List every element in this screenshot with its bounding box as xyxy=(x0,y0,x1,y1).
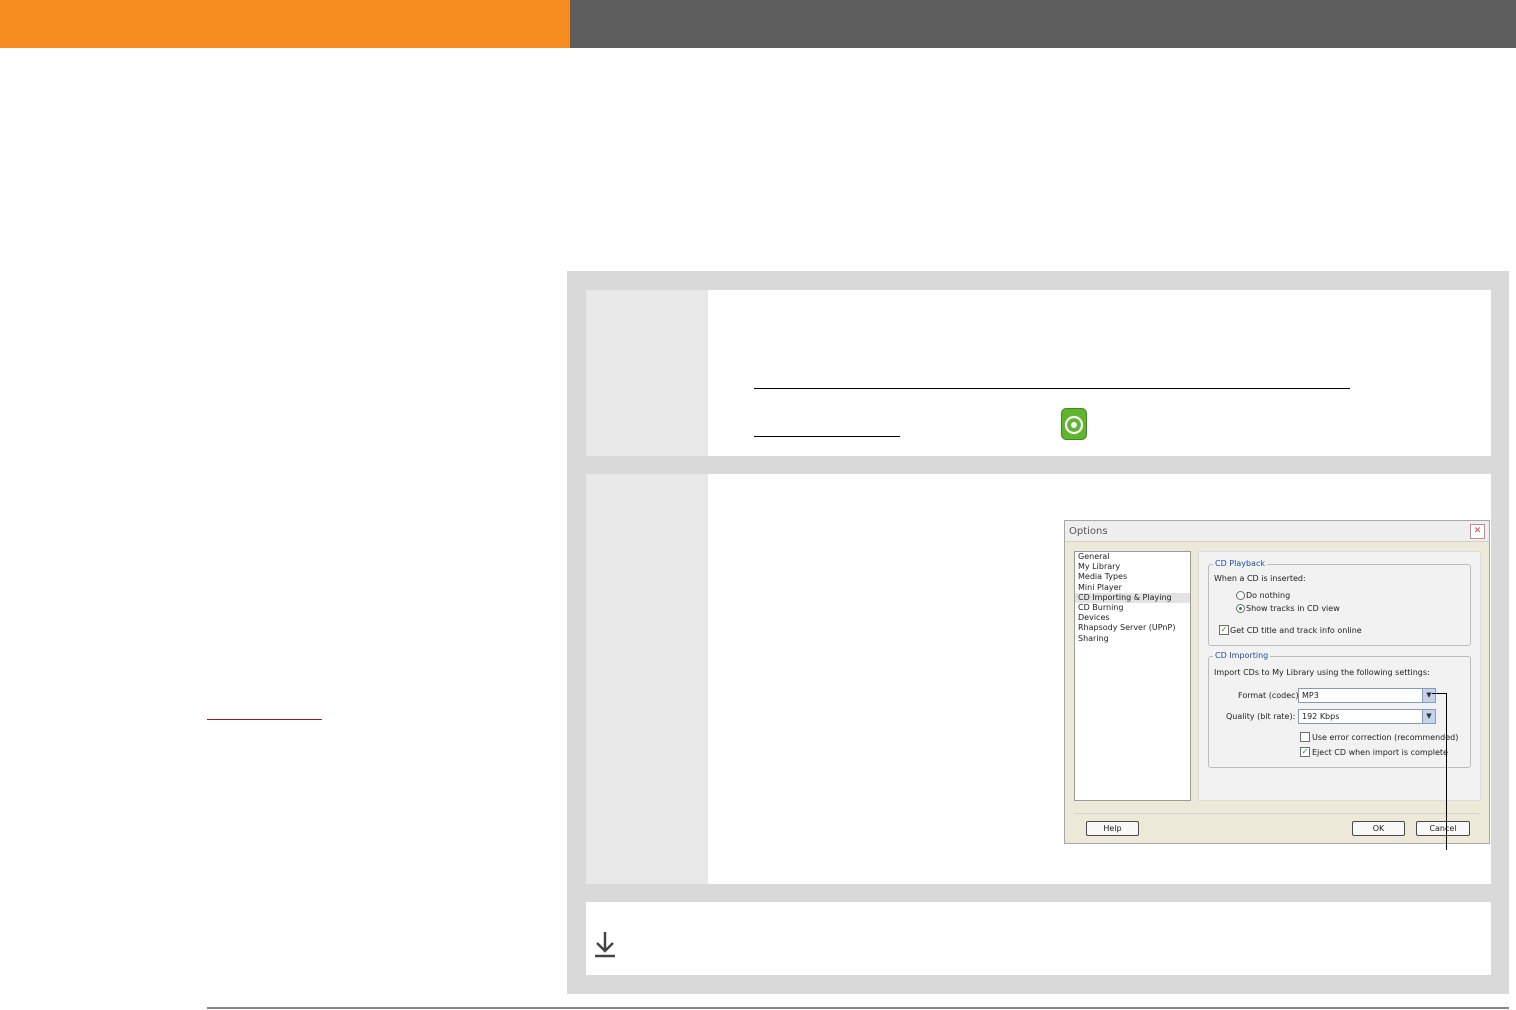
options-dialog: Options ✕ General My Library Media Types… xyxy=(1064,520,1490,844)
tip-box xyxy=(586,902,1491,975)
eject-checkbox[interactable]: ✓ xyxy=(1300,747,1310,757)
cd-playback-group: CD Playback When a CD is inserted: Do no… xyxy=(1208,559,1471,646)
cd-importing-group-label: CD Importing xyxy=(1213,651,1271,660)
format-select[interactable]: MP3 ▼ xyxy=(1298,688,1436,703)
step-1-link-underline[interactable] xyxy=(754,388,1350,389)
sidebar-link-underline[interactable] xyxy=(207,719,322,720)
cd-importing-group: CD Importing Import CDs to My Library us… xyxy=(1208,651,1471,768)
get-info-label: Get CD title and track info online xyxy=(1230,626,1362,635)
playback-prompt: When a CD is inserted: xyxy=(1214,574,1306,583)
category-item-cd-importing[interactable]: CD Importing & Playing xyxy=(1075,592,1190,603)
category-item-general[interactable]: General xyxy=(1075,552,1190,562)
category-list[interactable]: General My Library Media Types Mini Play… xyxy=(1074,551,1191,801)
step-1-number-cell xyxy=(586,290,708,456)
category-item-media-types[interactable]: Media Types xyxy=(1075,572,1190,582)
chevron-down-icon[interactable]: ▼ xyxy=(1422,710,1435,723)
category-item-mini-player[interactable]: Mini Player xyxy=(1075,583,1190,593)
step-1 xyxy=(586,290,1491,456)
error-correction-label: Use error correction (recommended) xyxy=(1312,733,1459,742)
header-gray-bar xyxy=(570,0,1516,48)
ok-button[interactable]: OK xyxy=(1352,821,1405,836)
quality-value: 192 Kbps xyxy=(1302,712,1340,721)
cd-playback-group-label: CD Playback xyxy=(1213,559,1267,568)
do-nothing-radio[interactable] xyxy=(1236,591,1245,600)
format-label: Format (codec): xyxy=(1238,691,1302,700)
category-item-rhapsody-server[interactable]: Rhapsody Server (UPnP) xyxy=(1075,623,1190,633)
cd-icon xyxy=(1061,408,1087,440)
quality-select[interactable]: 192 Kbps ▼ xyxy=(1298,709,1436,724)
footer-rule xyxy=(207,1007,1509,1009)
eject-label: Eject CD when import is complete xyxy=(1312,748,1448,757)
category-item-my-library[interactable]: My Library xyxy=(1075,562,1190,572)
help-button[interactable]: Help xyxy=(1086,821,1139,836)
settings-pane: CD Playback When a CD is inserted: Do no… xyxy=(1198,551,1481,801)
dialog-separator xyxy=(1074,813,1479,814)
format-value: MP3 xyxy=(1302,691,1319,700)
download-arrow-icon xyxy=(595,932,615,958)
category-item-sharing[interactable]: Sharing xyxy=(1075,634,1190,644)
dialog-titlebar: Options ✕ xyxy=(1065,521,1489,542)
quality-label: Quality (bit rate): xyxy=(1226,712,1296,721)
callout-line-horizontal xyxy=(1432,693,1446,694)
category-item-cd-burning[interactable]: CD Burning xyxy=(1075,603,1190,613)
show-tracks-radio[interactable] xyxy=(1236,604,1245,613)
do-nothing-label: Do nothing xyxy=(1246,591,1291,600)
chevron-down-icon[interactable]: ▼ xyxy=(1422,689,1435,702)
close-icon[interactable]: ✕ xyxy=(1470,524,1485,539)
show-tracks-label: Show tracks in CD view xyxy=(1246,604,1340,613)
step-2-number-cell xyxy=(586,474,708,884)
callout-line-vertical xyxy=(1446,693,1447,850)
error-correction-checkbox[interactable] xyxy=(1300,732,1310,742)
dialog-title: Options xyxy=(1069,526,1108,537)
cancel-button[interactable]: Cancel xyxy=(1416,821,1470,836)
importing-prompt: Import CDs to My Library using the follo… xyxy=(1214,668,1430,677)
category-item-devices[interactable]: Devices xyxy=(1075,613,1190,623)
get-info-checkbox[interactable]: ✓ xyxy=(1219,625,1229,635)
header-orange-bar xyxy=(0,0,570,48)
step-1-link-underline-2[interactable] xyxy=(754,436,900,437)
